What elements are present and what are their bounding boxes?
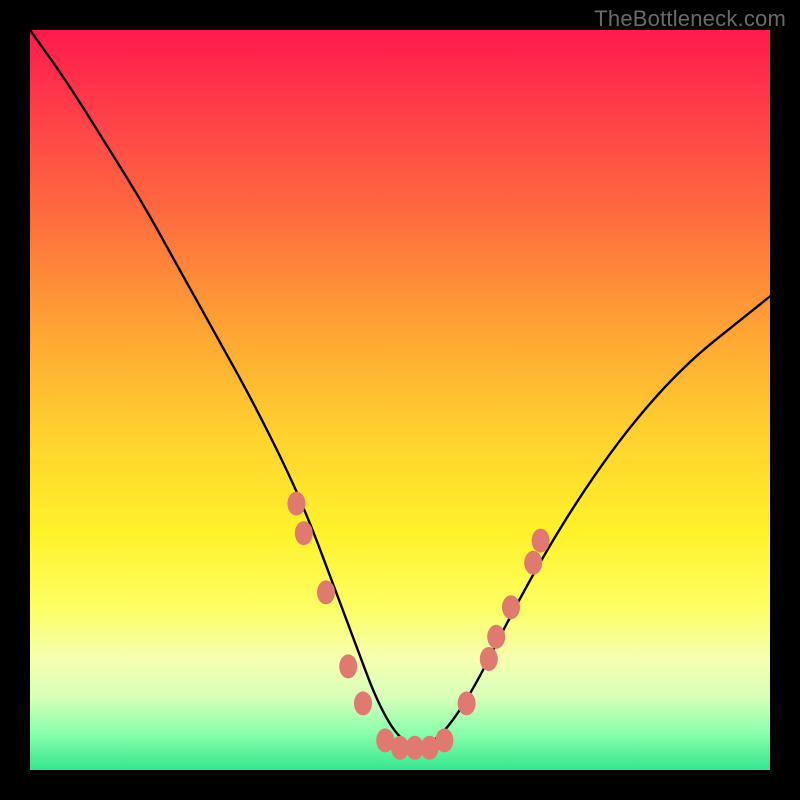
chart-frame: TheBottleneck.com — [0, 0, 800, 800]
marker-group — [287, 492, 549, 760]
plot-area — [30, 30, 770, 770]
marker-point — [435, 728, 453, 752]
marker-point — [524, 551, 542, 575]
marker-point — [317, 580, 335, 604]
marker-point — [532, 529, 550, 553]
marker-point — [339, 654, 357, 678]
marker-point — [287, 492, 305, 516]
marker-point — [480, 647, 498, 671]
marker-point — [354, 691, 372, 715]
marker-point — [295, 521, 313, 545]
marker-point — [458, 691, 476, 715]
marker-point — [502, 595, 520, 619]
watermark-text: TheBottleneck.com — [594, 6, 786, 32]
bottleneck-curve — [30, 30, 770, 745]
curve-svg — [30, 30, 770, 770]
marker-point — [487, 625, 505, 649]
